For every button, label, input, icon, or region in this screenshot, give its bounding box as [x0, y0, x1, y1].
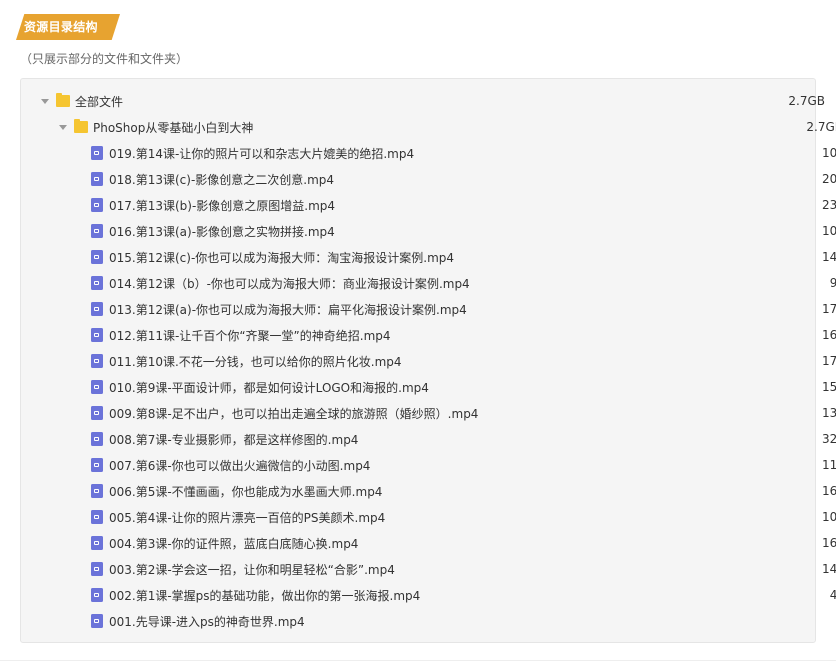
file-row[interactable]: 007.第6课-你也可以做出火遍微信的小动图.mp4 112.5MB — [21, 452, 836, 478]
file-size: 323.4MB — [822, 432, 836, 446]
folder-icon — [56, 93, 70, 107]
video-file-icon — [91, 588, 103, 602]
file-row[interactable]: 003.第2课-学会这一招，让你和明星轻松“合影”.mp4 148.8MB — [21, 556, 836, 582]
file-name: 012.第11课-让千百个你“齐聚一堂”的神奇绝招.mp4 — [109, 328, 391, 343]
file-size: 136.8MB — [822, 406, 836, 420]
file-name: 008.第7课-专业摄影师，都是这样修图的.mp4 — [109, 432, 359, 447]
file-name: 018.第13课(c)-影像创意之二次创意.mp4 — [109, 172, 335, 187]
file-name: 003.第2课-学会这一招，让你和明星轻松“合影”.mp4 — [109, 562, 395, 577]
divider — [0, 660, 836, 661]
video-file-icon — [91, 146, 103, 160]
file-size: 176.7MB — [822, 354, 836, 368]
video-file-icon — [91, 380, 103, 394]
file-size: 233.3MB — [822, 198, 836, 212]
file-row[interactable]: 017.第13课(b)-影像创意之原图增益.mp4 233.3MB — [21, 192, 836, 218]
file-row[interactable]: 013.第12课(a)-你也可以成为海报大师：扁平化海报设计案例.mp4 179.… — [21, 296, 836, 322]
file-row[interactable]: 012.第11课-让千百个你“齐聚一堂”的神奇绝招.mp4 167.4MB — [21, 322, 836, 348]
file-row[interactable]: 019.第14课-让你的照片可以和杂志大片媲美的绝招.mp4 108.5MB — [21, 140, 836, 166]
video-file-icon — [91, 328, 103, 342]
file-row[interactable]: 010.第9课-平面设计师，都是如何设计LOGO和海报的.mp4 155.2MB — [21, 374, 836, 400]
video-file-icon — [91, 198, 103, 212]
video-file-icon — [91, 458, 103, 472]
video-file-icon — [91, 302, 103, 316]
file-row[interactable]: 011.第10课.不花一分钱，也可以给你的照片化妆.mp4 176.7MB — [21, 348, 836, 374]
section-title-badge: 资源目录结构 — [16, 14, 120, 40]
video-file-icon — [91, 510, 103, 524]
video-file-icon — [91, 276, 103, 290]
file-row[interactable]: 009.第8课-足不出户，也可以拍出走遍全球的旅游照（婚纱照）.mp4 136.8… — [21, 400, 836, 426]
file-row[interactable]: 008.第7课-专业摄影师，都是这样修图的.mp4 323.4MB — [21, 426, 836, 452]
folder-name: PhoShop从零基础小白到大神 — [93, 120, 254, 135]
file-row[interactable]: 002.第1课-掌握ps的基础功能，做出你的第一张海报.mp4 45.9MB — [21, 582, 836, 608]
file-size: 104.1MB — [822, 510, 836, 524]
video-file-icon — [91, 432, 103, 446]
file-name: 014.第12课（b）-你也可以成为海报大师：商业海报设计案例.mp4 — [109, 276, 470, 291]
video-file-icon — [91, 484, 103, 498]
root-folder-size: 2.7GB — [788, 94, 825, 108]
video-file-icon — [91, 224, 103, 238]
file-row[interactable]: 015.第12课(c)-你也可以成为海报大师：淘宝海报设计案例.mp4 142.8… — [21, 244, 836, 270]
file-name: 017.第13课(b)-影像创意之原图增益.mp4 — [109, 198, 336, 213]
root-folder-name: 全部文件 — [75, 94, 124, 109]
page: 资源目录结构 （只展示部分的文件和文件夹） 全部文件 2.7GB PhoShop… — [0, 0, 836, 668]
file-row[interactable]: 004.第3课-你的证件照，蓝底白底随心换.mp4 162.0MB — [21, 530, 836, 556]
file-row[interactable]: 005.第4课-让你的照片漂亮一百倍的PS美颜术.mp4 104.1MB — [21, 504, 836, 530]
file-name: 004.第3课-你的证件照，蓝底白底随心换.mp4 — [109, 536, 359, 551]
file-name: 011.第10课.不花一分钱，也可以给你的照片化妆.mp4 — [109, 354, 402, 369]
file-name: 015.第12课(c)-你也可以成为海报大师：淘宝海报设计案例.mp4 — [109, 250, 455, 265]
video-file-icon — [91, 614, 103, 628]
file-size: 167.4MB — [822, 328, 836, 342]
chevron-down-icon[interactable] — [41, 98, 49, 104]
file-size: 209.5MB — [822, 172, 836, 186]
file-size: 92.5MB — [829, 276, 836, 290]
file-name: 010.第9课-平面设计师，都是如何设计LOGO和海报的.mp4 — [109, 380, 429, 395]
file-size: 162.0MB — [822, 536, 836, 550]
video-file-icon — [91, 406, 103, 420]
folder-size: 2.7GB — [806, 120, 836, 134]
file-size: 109.3MB — [822, 224, 836, 238]
file-size: 112.5MB — [822, 458, 836, 472]
file-name: 009.第8课-足不出户，也可以拍出走遍全球的旅游照（婚纱照）.mp4 — [109, 406, 479, 421]
file-size: 155.2MB — [822, 380, 836, 394]
file-row[interactable]: 014.第12课（b）-你也可以成为海报大师：商业海报设计案例.mp4 92.5M… — [21, 270, 836, 296]
file-name: 006.第5课-不懂画画，你也能成为水墨画大师.mp4 — [109, 484, 383, 499]
file-name: 016.第13课(a)-影像创意之实物拼接.mp4 — [109, 224, 335, 239]
video-file-icon — [91, 250, 103, 264]
video-file-icon — [91, 562, 103, 576]
video-file-icon — [91, 172, 103, 186]
file-size: 165.9MB — [822, 484, 836, 498]
file-size: 179.7MB — [822, 302, 836, 316]
file-size: 108.5MB — [822, 146, 836, 160]
folder-icon — [74, 119, 88, 133]
file-name: 001.先导课-进入ps的神奇世界.mp4 — [109, 614, 305, 629]
file-name: 007.第6课-你也可以做出火遍微信的小动图.mp4 — [109, 458, 371, 473]
file-size: 148.8MB — [822, 562, 836, 576]
tree-row-folder[interactable]: PhoShop从零基础小白到大神 2.7GB — [21, 114, 836, 140]
video-file-icon — [91, 354, 103, 368]
video-file-icon — [91, 536, 103, 550]
file-name: 005.第4课-让你的照片漂亮一百倍的PS美颜术.mp4 — [109, 510, 386, 525]
file-row[interactable]: 018.第13课(c)-影像创意之二次创意.mp4 209.5MB — [21, 166, 836, 192]
file-name: 019.第14课-让你的照片可以和杂志大片媲美的绝招.mp4 — [109, 146, 415, 161]
file-size: 45.9MB — [829, 588, 836, 602]
file-row[interactable]: 001.先导课-进入ps的神奇世界.mp44.0MB — [21, 608, 836, 634]
file-size: 142.8MB — [822, 250, 836, 264]
file-name: 013.第12课(a)-你也可以成为海报大师：扁平化海报设计案例.mp4 — [109, 302, 467, 317]
tree-row-root[interactable]: 全部文件 2.7GB — [21, 88, 835, 114]
section-subtitle: （只展示部分的文件和文件夹） — [20, 52, 189, 66]
file-row[interactable]: 016.第13课(a)-影像创意之实物拼接.mp4 109.3MB — [21, 218, 836, 244]
chevron-down-icon[interactable] — [59, 124, 67, 130]
file-name: 002.第1课-掌握ps的基础功能，做出你的第一张海报.mp4 — [109, 588, 421, 603]
file-row[interactable]: 006.第5课-不懂画画，你也能成为水墨画大师.mp4 165.9MB — [21, 478, 836, 504]
file-tree-panel: 全部文件 2.7GB PhoShop从零基础小白到大神 2.7GB 019.第1… — [20, 78, 836, 643]
